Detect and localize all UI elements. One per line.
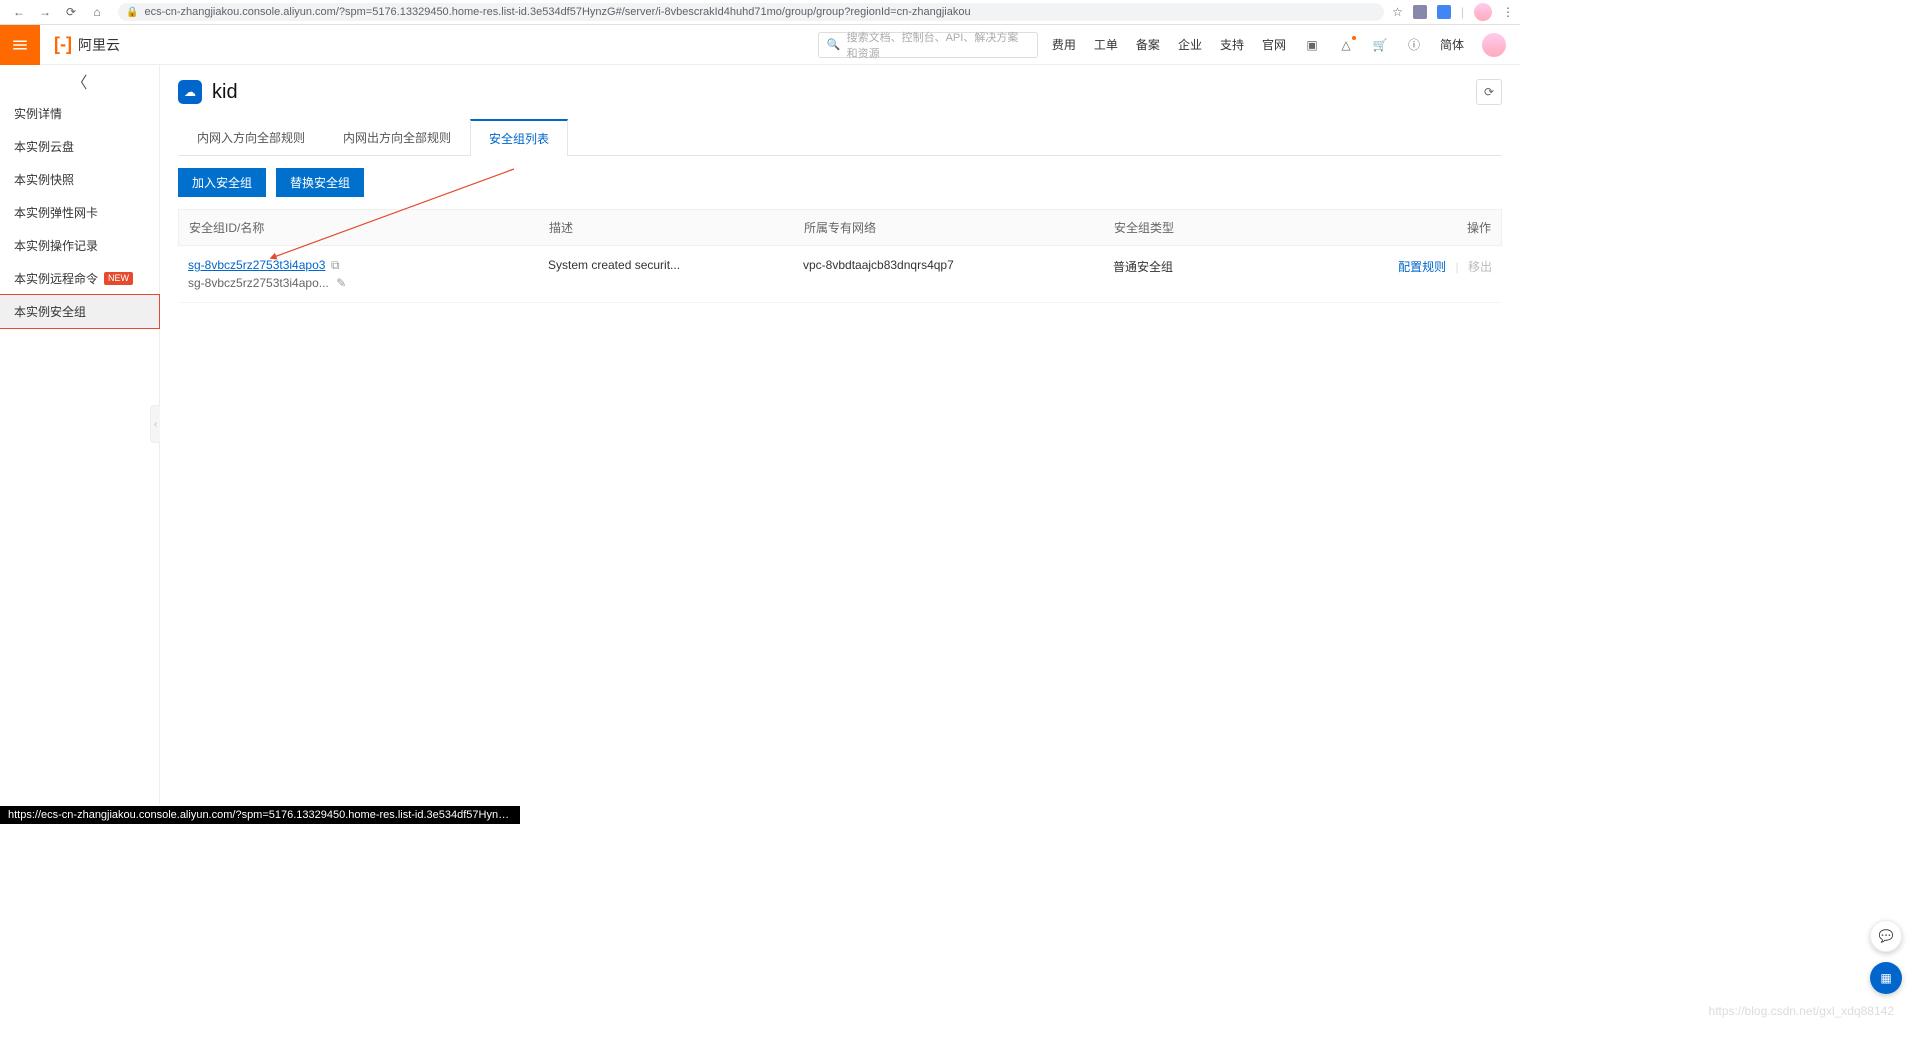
float-chat-button[interactable]: 💬 <box>1870 920 1902 952</box>
table-header: 安全组ID/名称 描述 所属专有网络 安全组类型 操作 <box>178 209 1502 246</box>
sg-name-text: sg-8vbcz5rz2753t3i4apo... <box>188 276 329 290</box>
sidebar-item-snapshot[interactable]: 本实例快照 <box>0 163 159 196</box>
hamburger-icon <box>11 36 29 54</box>
tabs: 内网入方向全部规则 内网出方向全部规则 安全组列表 <box>178 119 1502 156</box>
sidebar-collapse-handle[interactable]: ‹ <box>150 405 160 443</box>
new-badge: NEW <box>104 272 133 285</box>
action-bar: 加入安全组 替换安全组 <box>178 168 1502 197</box>
table-row: sg-8vbcz5rz2753t3i4apo3 ⧉ sg-8vbcz5rz275… <box>178 246 1502 303</box>
bell-icon[interactable]: △ <box>1338 37 1354 53</box>
top-links: 费用 工单 备案 企业 支持 官网 ▣ △ 🛒 ⓘ 简体 <box>1052 33 1520 57</box>
edit-icon[interactable]: ✎ <box>335 277 348 290</box>
logo[interactable]: [-] 阿里云 <box>40 34 134 55</box>
join-sg-button[interactable]: 加入安全组 <box>178 168 266 197</box>
replace-sg-button[interactable]: 替换安全组 <box>276 168 364 197</box>
cell-vpc: vpc-8vbdtaajcb83dnqrs4qp7 <box>803 258 1113 272</box>
extension-icon-2[interactable] <box>1437 5 1451 19</box>
logo-text: 阿里云 <box>78 35 120 55</box>
monitor-icon[interactable]: ▣ <box>1304 37 1320 53</box>
sidebar-item-detail[interactable]: 实例详情 <box>0 97 159 130</box>
op-sep: | <box>1456 260 1459 274</box>
th-desc: 描述 <box>549 219 804 236</box>
sidebar-item-disk[interactable]: 本实例云盘 <box>0 130 159 163</box>
cell-id: sg-8vbcz5rz2753t3i4apo3 ⧉ sg-8vbcz5rz275… <box>188 258 548 290</box>
browser-divider: | <box>1461 5 1464 19</box>
logo-mark: [-] <box>54 34 72 55</box>
cart-icon[interactable]: 🛒 <box>1372 37 1388 53</box>
cell-type: 普通安全组 <box>1113 258 1382 275</box>
star-icon[interactable]: ☆ <box>1392 5 1403 19</box>
link-filing[interactable]: 备案 <box>1136 36 1160 53</box>
sg-id-link[interactable]: sg-8vbcz5rz2753t3i4apo3 <box>188 258 325 272</box>
link-ticket[interactable]: 工单 <box>1094 36 1118 53</box>
browser-right-icons: ☆ | ⋮ <box>1392 3 1514 21</box>
th-vpc: 所属专有网络 <box>804 219 1114 236</box>
page-header: ☁ kid ⟳ <box>178 79 1502 105</box>
lock-icon: 🔒 <box>126 7 138 18</box>
reload-icon[interactable]: ⟳ <box>62 3 80 21</box>
hamburger-menu[interactable] <box>0 25 40 65</box>
top-nav: [-] 阿里云 🔍 搜索文档、控制台、API、解决方案和资源 费用 工单 备案 … <box>0 25 1520 65</box>
url-text: ecs-cn-zhangjiakou.console.aliyun.com/?s… <box>144 6 970 18</box>
refresh-button[interactable]: ⟳ <box>1476 79 1502 105</box>
link-official[interactable]: 官网 <box>1262 36 1286 53</box>
tab-egress[interactable]: 内网出方向全部规则 <box>324 119 470 155</box>
instance-icon: ☁ <box>178 80 202 104</box>
op-config-link[interactable]: 配置规则 <box>1398 260 1446 274</box>
sidebar-item-oplog[interactable]: 本实例操作记录 <box>0 229 159 262</box>
page-title: kid <box>212 81 238 104</box>
float-apps-button[interactable]: ▦ <box>1870 962 1902 994</box>
back-icon[interactable]: ← <box>10 3 28 21</box>
link-lang[interactable]: 简体 <box>1440 36 1464 53</box>
cell-ops: 配置规则 | 移出 <box>1382 258 1492 275</box>
user-avatar[interactable] <box>1482 33 1506 57</box>
sidebar-item-securitygroup[interactable]: 本实例安全组 <box>0 294 160 329</box>
extension-icon-1[interactable] <box>1413 5 1427 19</box>
browser-menu-icon[interactable]: ⋮ <box>1502 5 1514 19</box>
link-enterprise[interactable]: 企业 <box>1178 36 1202 53</box>
url-bar[interactable]: 🔒 ecs-cn-zhangjiakou.console.aliyun.com/… <box>118 3 1384 21</box>
th-ops: 操作 <box>1381 219 1491 236</box>
watermark: https://blog.csdn.net/gxl_xdq88142 <box>1709 1004 1894 1018</box>
sidebar: 〈 实例详情 本实例云盘 本实例快照 本实例弹性网卡 本实例操作记录 本实例远程… <box>0 65 160 804</box>
sidebar-item-eni[interactable]: 本实例弹性网卡 <box>0 196 159 229</box>
th-id: 安全组ID/名称 <box>189 219 549 236</box>
content-area: ☁ kid ⟳ 内网入方向全部规则 内网出方向全部规则 安全组列表 加入安全组 … <box>160 65 1520 804</box>
op-remove-link[interactable]: 移出 <box>1468 260 1492 274</box>
help-icon[interactable]: ⓘ <box>1406 37 1422 53</box>
browser-avatar[interactable] <box>1474 3 1492 21</box>
main-layout: 〈 实例详情 本实例云盘 本实例快照 本实例弹性网卡 本实例操作记录 本实例远程… <box>0 65 1520 804</box>
cell-desc: System created securit... <box>548 258 803 272</box>
sidebar-back[interactable]: 〈 <box>0 65 159 97</box>
browser-toolbar: ← → ⟳ ⌂ 🔒 ecs-cn-zhangjiakou.console.ali… <box>0 0 1520 25</box>
search-placeholder: 搜索文档、控制台、API、解决方案和资源 <box>847 29 1029 61</box>
link-fee[interactable]: 费用 <box>1052 36 1076 53</box>
tab-ingress[interactable]: 内网入方向全部规则 <box>178 119 324 155</box>
link-support[interactable]: 支持 <box>1220 36 1244 53</box>
browser-status-bar: https://ecs-cn-zhangjiakou.console.aliyu… <box>0 806 520 824</box>
global-search[interactable]: 🔍 搜索文档、控制台、API、解决方案和资源 <box>818 32 1038 58</box>
sidebar-item-remote[interactable]: 本实例远程命令NEW <box>0 262 159 295</box>
th-type: 安全组类型 <box>1114 219 1381 236</box>
forward-icon[interactable]: → <box>36 3 54 21</box>
copy-icon[interactable]: ⧉ <box>329 259 342 272</box>
home-icon[interactable]: ⌂ <box>88 3 106 21</box>
tab-sg-list[interactable]: 安全组列表 <box>470 119 568 156</box>
search-icon: 🔍 <box>827 38 841 51</box>
